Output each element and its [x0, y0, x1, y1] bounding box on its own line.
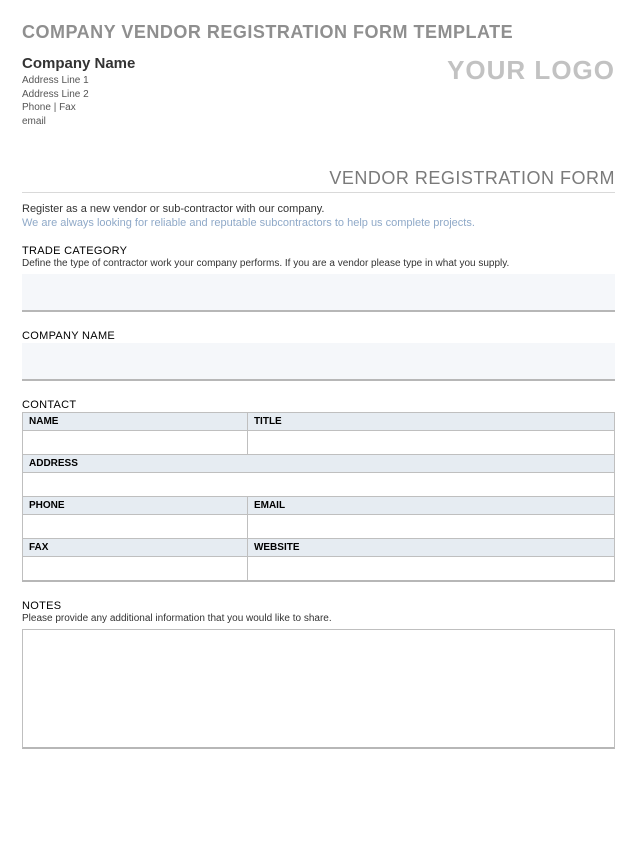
- contact-title-input[interactable]: [248, 431, 614, 454]
- company-email: email: [22, 115, 135, 129]
- contact-fax-input[interactable]: [23, 557, 247, 580]
- company-name-label: COMPANY NAME: [22, 330, 615, 342]
- form-title: VENDOR REGISTRATION FORM: [22, 168, 615, 193]
- company-block: Company Name Address Line 1 Address Line…: [22, 55, 135, 128]
- contact-phone-input[interactable]: [23, 515, 247, 538]
- trade-label: TRADE CATEGORY: [22, 245, 615, 257]
- intro-line1: Register as a new vendor or sub-contract…: [22, 203, 615, 215]
- logo-placeholder: YOUR LOGO: [447, 55, 615, 86]
- trade-help: Define the type of contractor work your …: [22, 258, 615, 269]
- contact-website-input[interactable]: [248, 557, 614, 580]
- contact-table: NAME TITLE ADDRESS PHONE EMAIL FAX WEBSI…: [22, 412, 615, 582]
- contact-fax-header: FAX: [23, 539, 248, 557]
- company-address1: Address Line 1: [22, 74, 135, 88]
- contact-address-header: ADDRESS: [23, 455, 615, 473]
- company-name: Company Name: [22, 55, 135, 72]
- notes-input[interactable]: [22, 629, 615, 749]
- company-address2: Address Line 2: [22, 88, 135, 102]
- trade-input[interactable]: [22, 274, 615, 312]
- contact-address-input[interactable]: [23, 473, 614, 496]
- contact-label: CONTACT: [22, 399, 615, 411]
- contact-name-input[interactable]: [23, 431, 247, 454]
- notes-help: Please provide any additional informatio…: [22, 613, 615, 624]
- company-phone-fax: Phone | Fax: [22, 101, 135, 115]
- contact-name-header: NAME: [23, 413, 248, 431]
- intro-line2: We are always looking for reliable and r…: [22, 217, 615, 229]
- company-name-input[interactable]: [22, 343, 615, 381]
- page-title: COMPANY VENDOR REGISTRATION FORM TEMPLAT…: [22, 22, 615, 43]
- contact-email-input[interactable]: [248, 515, 614, 538]
- contact-phone-header: PHONE: [23, 497, 248, 515]
- contact-email-header: EMAIL: [247, 497, 614, 515]
- contact-website-header: WEBSITE: [247, 539, 614, 557]
- notes-label: NOTES: [22, 600, 615, 612]
- contact-title-header: TITLE: [247, 413, 614, 431]
- header-row: Company Name Address Line 1 Address Line…: [22, 55, 615, 128]
